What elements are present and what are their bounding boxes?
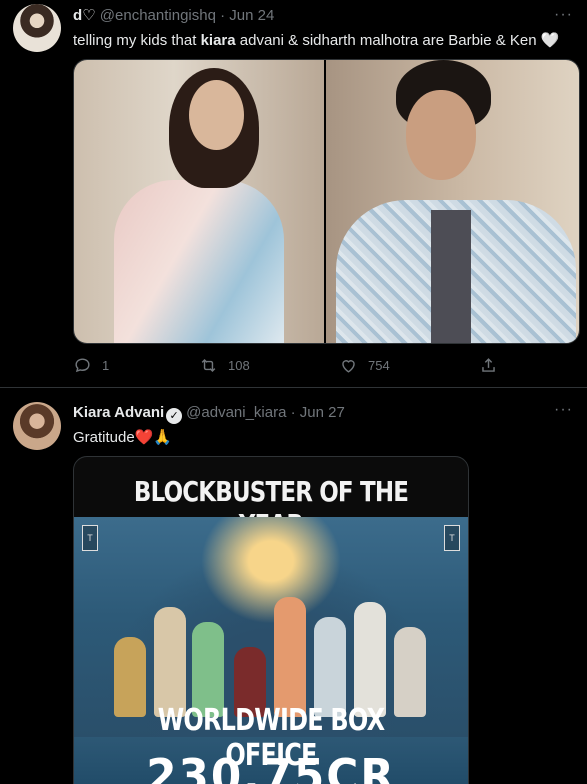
heart-icon <box>342 360 355 373</box>
photo-face <box>189 80 244 150</box>
poster-figure <box>274 597 306 717</box>
tweet-1[interactable]: d♡ @enchantingishq · Jun 24 ··· telling … <box>0 0 587 388</box>
verified-badge-icon: ✓ <box>166 408 183 424</box>
tweet-header: d♡ @enchantingishq · Jun 24 <box>73 6 274 24</box>
tweet-text-after: advani & sidharth malhotra are Barbie & … <box>235 32 560 49</box>
like-count: 754 <box>368 358 390 373</box>
photo-shirt <box>431 210 472 343</box>
photo-left[interactable] <box>74 60 325 343</box>
reply-button[interactable]: 1 <box>73 356 109 375</box>
tweet-date[interactable]: Jun 27 <box>300 404 345 421</box>
share-button[interactable] <box>479 356 498 375</box>
avatar[interactable] <box>13 4 61 52</box>
avatar[interactable] <box>13 402 61 450</box>
more-options-icon[interactable]: ··· <box>554 401 573 419</box>
tweet-actions: 1 108 754 <box>73 356 513 380</box>
poster-figure <box>354 602 386 717</box>
poster-box-office-figure: 230.75CR <box>146 749 396 784</box>
retweet-icon <box>201 358 216 373</box>
reply-icon <box>75 358 90 373</box>
handle[interactable]: @enchantingishq <box>100 7 216 24</box>
separator: · <box>220 7 226 24</box>
tweet-2[interactable]: Kiara Advani ✓ @advani_kiara · Jun 27 ··· … <box>0 389 587 784</box>
poster-logo: T <box>82 525 98 551</box>
display-name[interactable]: Kiara Advani <box>73 404 164 421</box>
tweet-text: telling my kids that kiara advani & sidh… <box>73 31 559 49</box>
tweet-media[interactable] <box>73 59 580 344</box>
tweet-text-bold: kiara <box>200 32 236 49</box>
tweet-header: Kiara Advani ✓ @advani_kiara · Jun 27 <box>73 404 345 424</box>
separator: · <box>290 404 296 421</box>
more-options-icon[interactable]: ··· <box>554 6 573 24</box>
poster-figure <box>314 617 346 717</box>
tweet-media-poster[interactable]: BLOCKBUSTER OF THE YEAR T T WORLDWIDE BO… <box>73 456 469 784</box>
photo-outfit <box>114 180 284 343</box>
photo-face <box>406 90 477 180</box>
tweet-text-before: telling my kids that <box>73 32 201 49</box>
reply-count: 1 <box>102 358 110 373</box>
handle[interactable]: @advani_kiara <box>186 404 286 421</box>
display-name[interactable]: d♡ <box>73 7 96 24</box>
retweet-count: 108 <box>228 358 250 373</box>
poster-logo: T <box>444 525 460 551</box>
retweet-button[interactable]: 108 <box>199 356 250 375</box>
like-button[interactable]: 754 <box>339 356 390 375</box>
tweet-date[interactable]: Jun 24 <box>229 7 274 24</box>
tweet-text: Gratitude❤️🙏 <box>73 429 173 446</box>
poster-figure <box>154 607 186 717</box>
share-icon <box>482 358 495 372</box>
photo-right[interactable] <box>326 60 579 343</box>
